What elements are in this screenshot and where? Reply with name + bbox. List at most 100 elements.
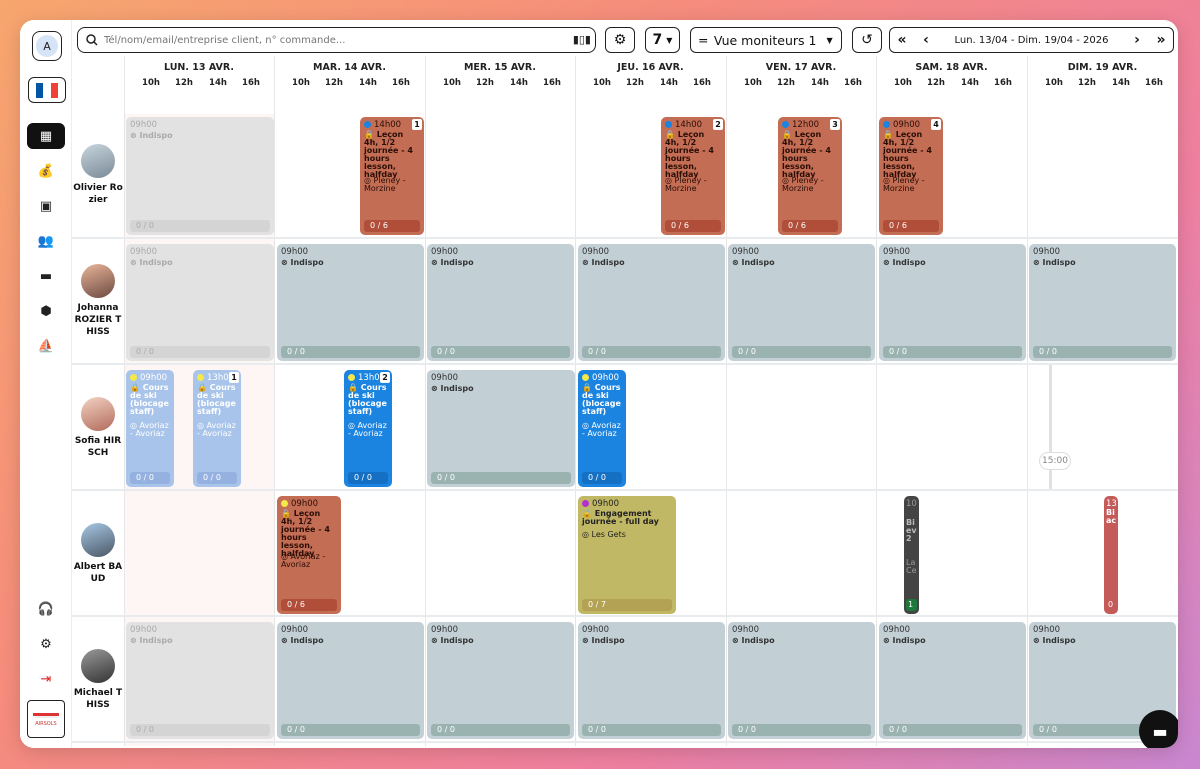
event-label: ⊗ Indispo xyxy=(1033,258,1076,267)
unavailable-block[interactable]: 09h00 ⊗ Indispo 0 / 0 xyxy=(578,622,725,739)
hour-label: 14h xyxy=(811,78,829,88)
next-week-button[interactable]: › xyxy=(1125,32,1149,48)
ski-course-event[interactable]: 09h00 🔒 Cours de ski (blocage staff) ◎ A… xyxy=(578,370,626,487)
headset-icon[interactable]: 🎧 xyxy=(27,596,65,622)
event-count: 0 / 0 xyxy=(1033,346,1172,358)
days-select[interactable]: 7 ▼ xyxy=(645,27,680,53)
search-input[interactable] xyxy=(104,34,564,46)
cubes-icon[interactable]: ⬢ xyxy=(27,298,65,324)
event-time: 09h00 xyxy=(281,247,309,257)
unavailable-block[interactable]: 09h00 ⊗ Indispo 0 / 0 xyxy=(126,622,274,739)
event-label: ⊗ Indispo xyxy=(582,636,625,645)
partial-event[interactable]: 13 Bi ac 0 xyxy=(1104,496,1118,614)
unavailable-block[interactable]: 09h00 ⊗ Indispo 0 / 0 xyxy=(728,622,875,739)
event-time: 09h00 xyxy=(140,373,168,383)
event-location: ◎ Pleney - Morzine xyxy=(782,176,824,193)
date-navigator: « ‹ Lun. 13/04 - Dim. 19/04 - 2026 › » xyxy=(889,27,1174,53)
company-logo[interactable]: AIRSOLS xyxy=(27,700,65,738)
event-count: 0 / 0 xyxy=(732,724,871,736)
event-count: 0 / 0 xyxy=(348,472,388,484)
ski-course-event[interactable]: 13h00 2 🔒 Cours de ski (blocage staff) ◎… xyxy=(344,370,392,487)
lesson-event[interactable]: 12h00 3 🔒 Leçon 4h, 1/2 journée - 4 hour… xyxy=(778,117,842,235)
day-header: JEU. 16 AVR. xyxy=(617,62,684,73)
instructor-name: Olivier Ro zier xyxy=(73,183,123,205)
event-label: ⊗ Indispo xyxy=(431,636,474,645)
unavailable-block[interactable]: 09h00 ⊗ Indispo 0 / 0 xyxy=(126,244,274,361)
event-label: ⊗ Indispo xyxy=(431,258,474,267)
lesson-event[interactable]: 14h00 2 🔒 Leçon 4h, 1/2 journée - 4 hour… xyxy=(661,117,725,235)
lesson-event[interactable]: 09h00 🔒 Leçon 4h, 1/2 journée - 4 hours … xyxy=(277,496,341,614)
unavailable-block[interactable]: 09h00 ⊗ Indispo 0 / 0 xyxy=(277,622,424,739)
event-time: 09h00 xyxy=(893,120,921,130)
event-count: 0 / 0 xyxy=(130,346,270,358)
event-time: 09h00 xyxy=(883,247,911,257)
instructor-sofia[interactable]: Sofia HIR SCH xyxy=(72,397,124,459)
first-page-button[interactable]: « xyxy=(890,32,914,48)
contact-card-icon[interactable]: ▣ xyxy=(27,193,65,219)
unavailable-block[interactable]: 09h00 ⊗ Indispo 0 / 0 xyxy=(126,117,274,235)
unavailable-block[interactable]: 09h00 ⊗ Indispo 0 / 0 xyxy=(728,244,875,361)
unavailable-block[interactable]: 09h00 ⊗ Indispo 0 / 0 xyxy=(578,244,725,361)
event-location: ◎ Pleney - Morzine xyxy=(665,176,707,193)
view-select[interactable]: ═ Vue moniteurs 1 ▼ xyxy=(690,27,842,53)
hour-label: 10h xyxy=(744,78,762,88)
engagement-event[interactable]: 09h00 🔒 Engagement journée - full day ◎ … xyxy=(578,496,676,614)
unavailable-block[interactable]: 09h00 ⊗ Indispo 0 / 0 xyxy=(427,370,575,487)
lesson-event[interactable]: 09h00 4 🔒 Leçon 4h, 1/2 journée - 4 hour… xyxy=(879,117,943,235)
instructor-albert[interactable]: Albert BA UD xyxy=(72,523,124,585)
logo-stripes-icon xyxy=(33,713,59,718)
calendar-icon[interactable]: ▦ xyxy=(27,123,65,149)
gear-icon[interactable]: ⚙ xyxy=(27,631,65,657)
event-count: 0 / 0 xyxy=(281,346,420,358)
barcode-icon[interactable]: ▮▯▮ xyxy=(573,33,591,46)
ski-course-event[interactable]: 09h00 🔒 Cours de ski (blocage staff) ◎ A… xyxy=(126,370,174,487)
event-time: 09h00 xyxy=(431,625,459,635)
wallet-icon[interactable]: ▬ xyxy=(27,263,65,289)
hour-label: 12h xyxy=(175,78,193,88)
instructor-olivier[interactable]: Olivier Ro zier xyxy=(72,144,124,206)
day-header: MER. 15 AVR. xyxy=(463,62,537,73)
search-icon xyxy=(86,34,98,46)
unavailable-block[interactable]: 09h00 ⊗ Indispo 0 / 0 xyxy=(879,622,1026,739)
unavailable-block[interactable]: 09h00 ⊗ Indispo 0 / 0 xyxy=(1029,244,1176,361)
french-flag-icon xyxy=(36,82,58,98)
event-count: 0 / 6 xyxy=(782,220,838,232)
previous-week-button[interactable]: ‹ xyxy=(914,32,938,48)
team-icon[interactable]: 👥 xyxy=(27,228,65,254)
hour-label: 16h xyxy=(1145,78,1163,88)
lesson-event[interactable]: 14h00 1 🔒 Leçon 4h, 1/2 journée - 4 hour… xyxy=(360,117,424,235)
event-title: 🔒 Leçon 4h, 1/2 journée - 4 hours lesson… xyxy=(364,130,413,179)
event-time: 09h00 xyxy=(431,373,459,383)
ski-course-event[interactable]: 13h00 1 🔒 Cours de ski (blocage staff) ◎… xyxy=(193,370,241,487)
event-badge: 4 xyxy=(931,119,941,130)
event-count: 0 / 0 xyxy=(130,220,270,232)
instructor-johanna[interactable]: Johanna ROZIER T HISS xyxy=(72,264,124,338)
logout-icon[interactable]: ⇥ xyxy=(27,666,65,692)
instructor-michael[interactable]: Michael T HISS xyxy=(72,649,124,711)
unavailable-block[interactable]: 09h00 ⊗ Indispo 0 / 0 xyxy=(427,622,574,739)
unavailable-block[interactable]: 09h00 ⊗ Indispo 0 / 0 xyxy=(879,244,1026,361)
search-box[interactable]: ▮▯▮ xyxy=(77,27,596,53)
avatar xyxy=(81,397,115,431)
refresh-button[interactable]: ↺ xyxy=(852,27,882,53)
event-count: 0 / 0 xyxy=(732,346,871,358)
user-avatar-button[interactable]: A xyxy=(32,31,62,61)
event-time: 09h00 xyxy=(592,499,620,509)
unavailable-block[interactable]: 09h00 ⊗ Indispo 0 / 0 xyxy=(277,244,424,361)
language-button[interactable] xyxy=(28,77,66,103)
hour-label: 10h xyxy=(593,78,611,88)
hour-label: 12h xyxy=(777,78,795,88)
days-value: 7 xyxy=(652,32,663,48)
money-bag-icon[interactable]: 💰 xyxy=(27,158,65,184)
partial-event[interactable]: 10 Bi ev 2 La Ce 1 xyxy=(904,496,919,614)
settings-button[interactable]: ⚙ xyxy=(605,27,635,53)
event-time: 10 xyxy=(906,499,917,509)
menu-icon: ═ xyxy=(699,32,707,48)
chat-button[interactable]: ▬ xyxy=(1139,710,1178,748)
unavailable-block[interactable]: 09h00 ⊗ Indispo 0 / 0 xyxy=(427,244,574,361)
event-time: 09h00 xyxy=(130,247,158,257)
last-page-button[interactable]: » xyxy=(1149,32,1173,48)
event-badge: 2 xyxy=(713,119,723,130)
event-title: 🔒 Engagement journée - full day xyxy=(582,509,659,526)
sailboat-icon[interactable]: ⛵ xyxy=(27,333,65,359)
